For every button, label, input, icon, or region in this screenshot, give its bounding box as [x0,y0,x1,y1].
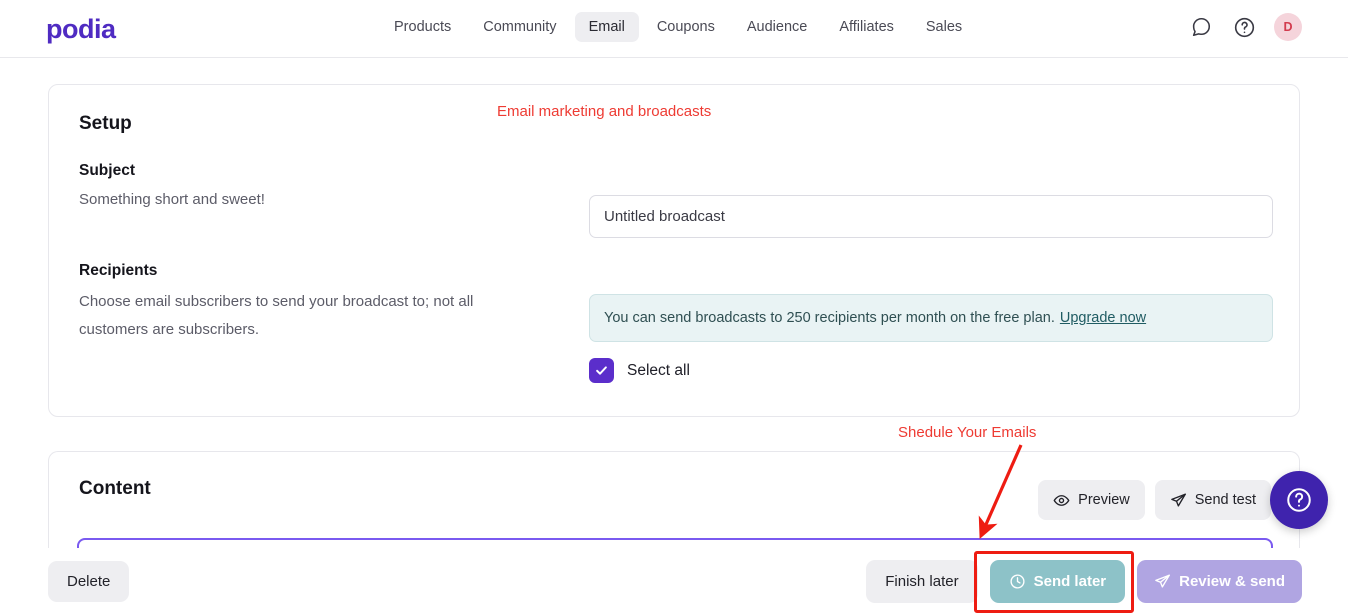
upgrade-now-link[interactable]: Upgrade now [1060,310,1146,326]
select-all-row[interactable]: Select all [589,358,690,383]
nav-item-coupons[interactable]: Coupons [643,12,729,42]
nav-item-affiliates[interactable]: Affiliates [825,12,908,42]
subject-block: Subject Something short and sweet! [79,162,499,214]
subject-input[interactable] [589,195,1273,238]
send-test-button-label: Send test [1194,492,1256,508]
help-floating-button[interactable] [1270,471,1328,529]
nav-item-community[interactable]: Community [469,12,570,42]
review-and-send-button-label: Review & send [1179,573,1285,590]
nav-item-sales[interactable]: Sales [912,12,976,42]
recipients-hint: Choose email subscribers to send your br… [79,293,474,338]
nav-item-audience[interactable]: Audience [733,12,821,42]
content-action-buttons: Preview Send test [1038,480,1271,520]
podia-logo[interactable]: podia [46,15,116,43]
paper-plane-icon [1154,573,1171,590]
footer-right-actions: Finish later Send later Review & send [866,560,1302,603]
chat-bubble-icon[interactable] [1188,14,1214,40]
paper-plane-icon [1170,492,1187,509]
setup-card: Setup Subject Something short and sweet!… [48,84,1300,417]
free-plan-notice: You can send broadcasts to 250 recipient… [589,294,1273,342]
eye-icon [1053,492,1070,509]
user-avatar[interactable]: D [1274,13,1302,41]
main-nav-menu: Products Community Email Coupons Audienc… [380,12,976,42]
nav-right-actions: D [1188,13,1302,41]
subject-label: Subject [79,162,135,179]
finish-later-button[interactable]: Finish later [866,560,978,603]
select-all-checkbox[interactable] [589,358,614,383]
top-navigation-bar: podia Products Community Email Coupons A… [0,0,1348,58]
nav-item-products[interactable]: Products [380,12,465,42]
delete-button[interactable]: Delete [48,561,130,602]
annotation-email-marketing: Email marketing and broadcasts [497,103,712,120]
recipients-label: Recipients [79,262,158,279]
setup-title: Setup [79,113,132,134]
select-all-label: Select all [627,361,690,379]
nav-item-email[interactable]: Email [574,12,639,42]
send-later-button-label: Send later [1033,573,1107,590]
recipients-block: Recipients Choose email subscribers to s… [79,262,479,344]
question-mark-icon [1284,485,1314,515]
preview-button[interactable]: Preview [1038,480,1145,520]
review-and-send-button[interactable]: Review & send [1137,560,1302,603]
free-plan-notice-text: You can send broadcasts to 250 recipient… [604,310,1055,326]
preview-button-label: Preview [1078,492,1130,508]
clock-icon [1009,573,1026,590]
send-later-button[interactable]: Send later [989,560,1126,603]
app-root: podia Products Community Email Coupons A… [0,0,1348,614]
send-test-button[interactable]: Send test [1154,480,1271,520]
bottom-action-bar: Delete Finish later Send later Review & … [0,548,1348,614]
question-circle-icon[interactable] [1231,14,1257,40]
content-title: Content [79,478,151,499]
annotation-schedule-emails: Shedule Your Emails [898,424,1037,441]
subject-hint: Something short and sweet! [79,191,265,208]
